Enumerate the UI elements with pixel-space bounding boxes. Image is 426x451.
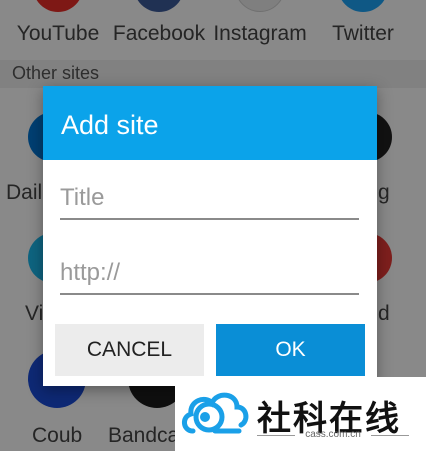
url-input[interactable] bbox=[60, 255, 359, 295]
add-site-dialog: Add site CANCEL OK bbox=[43, 86, 377, 386]
dialog-header: Add site bbox=[43, 86, 377, 160]
cloud-logo-icon bbox=[182, 392, 249, 434]
cancel-button[interactable]: CANCEL bbox=[55, 324, 204, 376]
divider bbox=[371, 435, 409, 436]
ok-button[interactable]: OK bbox=[216, 324, 365, 376]
title-input[interactable] bbox=[60, 180, 359, 220]
watermark: 社科在线 cass.com.cn bbox=[175, 377, 426, 451]
dialog-title: Add site bbox=[61, 110, 159, 140]
